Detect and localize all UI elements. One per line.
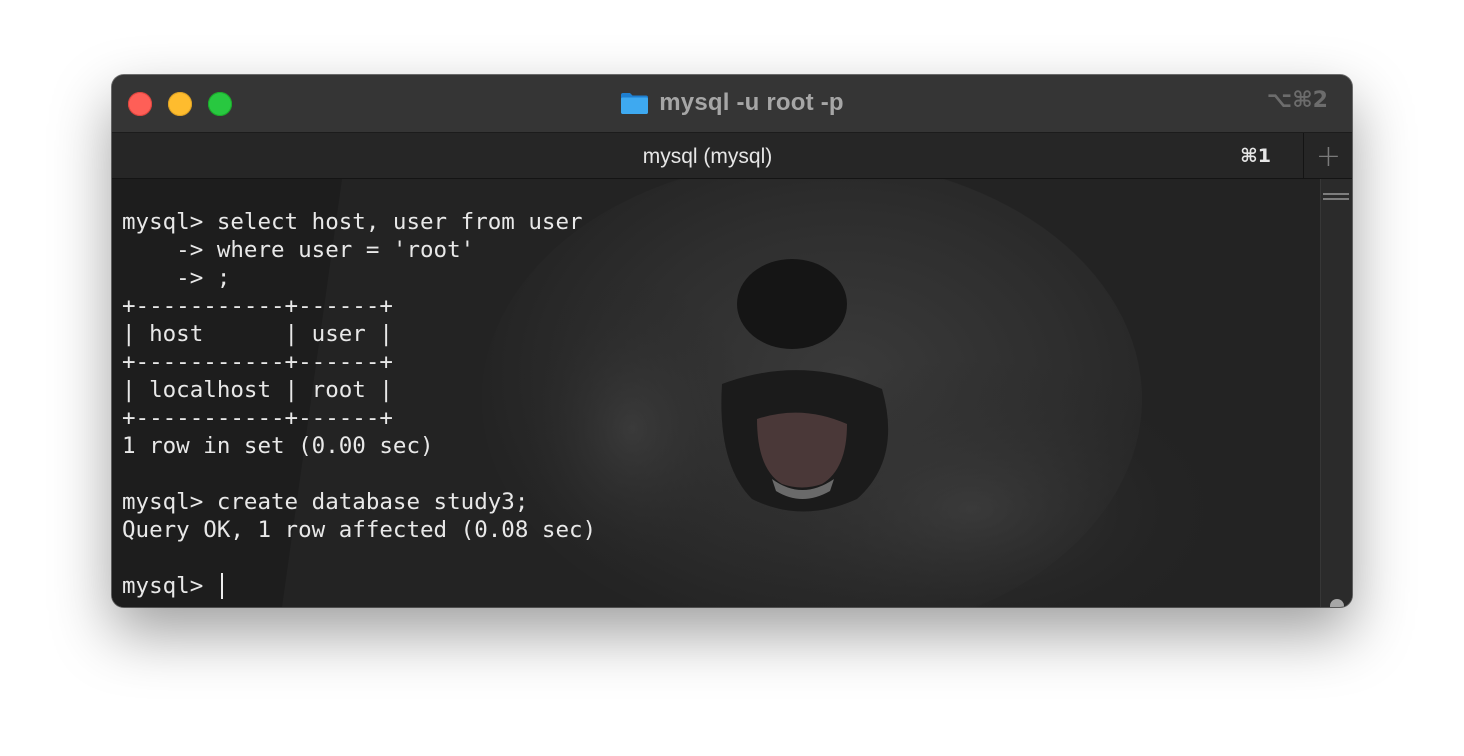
terminal-line: +-----------+------+ [122, 293, 393, 319]
scrollbar-thumb[interactable] [1330, 599, 1344, 607]
terminal-line: mysql> create database study3; [122, 489, 529, 515]
new-tab-button[interactable]: + [1305, 133, 1352, 179]
tab-label: mysql (mysql) [642, 145, 773, 168]
terminal-line: 1 row in set (0.00 sec) [122, 433, 434, 459]
window-title-group: mysql -u root -p [112, 87, 1352, 119]
terminal-line: Query OK, 1 row affected (0.08 sec) [122, 517, 597, 543]
terminal-line: +-----------+------+ [122, 405, 393, 431]
window-shortcut: ⌥⌘2 [1266, 88, 1328, 113]
folder-icon [621, 93, 649, 114]
tab-shortcut: ⌘1 [1240, 145, 1271, 167]
tab-mysql[interactable]: mysql (mysql) ⌘1 [112, 133, 1304, 179]
terminal-output: mysql> select host, user from user -> wh… [122, 208, 596, 600]
terminal-prompt-line[interactable]: mysql> [122, 572, 596, 600]
window-title: mysql -u root -p [659, 89, 844, 116]
terminal-prompt: mysql> [122, 573, 217, 599]
tab-bar: mysql (mysql) ⌘1 + [112, 132, 1352, 179]
terminal-content[interactable]: mysql> select host, user from user -> wh… [112, 179, 1352, 607]
title-bar[interactable]: mysql -u root -p ⌥⌘2 [112, 75, 1352, 132]
terminal-line: | localhost | root | [122, 377, 393, 403]
terminal-line: +-----------+------+ [122, 349, 393, 375]
terminal-line: -> ; [122, 265, 231, 291]
plus-icon: + [1315, 138, 1342, 174]
terminal-window: mysql -u root -p ⌥⌘2 mysql (mysql) ⌘1 + [112, 75, 1352, 607]
scrollbar-marker [1323, 193, 1349, 200]
scrollbar-track[interactable] [1320, 179, 1352, 607]
terminal-line: mysql> select host, user from user [122, 209, 583, 235]
terminal-line: -> where user = 'root' [122, 237, 475, 263]
text-cursor [220, 573, 223, 599]
terminal-line: | host | user | [122, 321, 393, 347]
